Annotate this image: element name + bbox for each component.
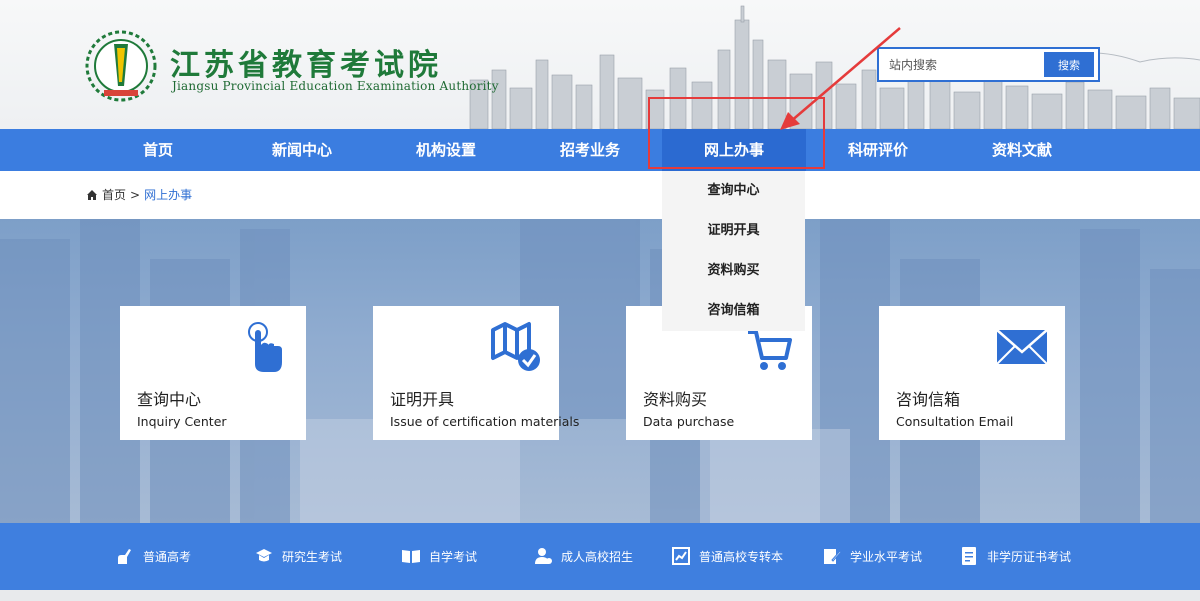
link-graduate-exam[interactable]: 研究生考试 [254, 546, 342, 566]
breadcrumb-separator: > [130, 187, 141, 202]
card-title: 证明开具 [390, 390, 455, 409]
site-header: 江苏省教育考试院 Jiangsu Provincial Education Ex… [0, 0, 1200, 129]
link-self-study-exam[interactable]: 自学考试 [401, 546, 477, 566]
footer-strip [0, 590, 1200, 601]
writing-hand-icon [118, 549, 131, 564]
nav-item-home[interactable]: 首页 [86, 129, 230, 171]
card-inquiry-center[interactable]: 查询中心 Inquiry Center [120, 306, 306, 440]
card-title: 咨询信箱 [896, 390, 961, 409]
link-label: 普通高考 [143, 549, 192, 564]
main-nav: 首页 新闻中心 机构设置 招考业务 网上办事 科研评价 资料文献 [0, 129, 1200, 171]
exam-categories-bar: 普通高考 研究生考试 自学考试 成人高校招生 普通高校专转本 学业水平考试 非学… [0, 523, 1200, 590]
search-button[interactable]: 搜索 [1044, 52, 1094, 77]
nav-item-admissions[interactable]: 招考业务 [518, 129, 662, 171]
hero-banner: 查询中心 Inquiry Center 证明开具 Issue of certif… [0, 219, 1200, 523]
card-subtitle: Consultation Email [896, 414, 1014, 429]
highlight-annotation-box [648, 97, 825, 169]
site-title-en: Jiangsu Provincial Education Examination… [172, 79, 499, 93]
nav-item-organization[interactable]: 机构设置 [374, 129, 518, 171]
card-issue-certification[interactable]: 证明开具 Issue of certification materials [373, 306, 579, 440]
breadcrumb-home[interactable]: 首页 [102, 186, 126, 203]
dropdown-item-consultation[interactable]: 咨询信箱 [662, 291, 805, 331]
touch-hand-icon [248, 322, 282, 372]
home-icon [87, 189, 97, 200]
link-label: 非学历证书考试 [987, 549, 1072, 564]
dropdown-item-certification[interactable]: 证明开具 [662, 211, 805, 251]
dropdown-item-inquiry-center[interactable]: 查询中心 [662, 171, 805, 211]
adult-person-icon [535, 548, 552, 564]
graduation-cap-icon [256, 549, 272, 562]
dropdown-item-data-purchase[interactable]: 资料购买 [662, 251, 805, 291]
link-label: 普通高校专转本 [699, 549, 784, 564]
link-label: 成人高校招生 [561, 549, 634, 564]
card-title: 资料购买 [643, 390, 708, 409]
link-label: 自学考试 [429, 549, 478, 564]
online-services-dropdown: 查询中心 证明开具 资料购买 咨询信箱 [662, 171, 805, 331]
search-input[interactable] [879, 49, 1044, 80]
link-academic-level-exam[interactable]: 学业水平考试 [822, 546, 922, 566]
nav-item-documents[interactable]: 资料文献 [950, 129, 1094, 171]
card-consultation-email[interactable]: 咨询信箱 Consultation Email [879, 306, 1065, 440]
authority-logo-emblem [85, 30, 157, 102]
nav-item-research[interactable]: 科研评价 [806, 129, 950, 171]
open-book-icon [402, 550, 420, 563]
link-label: 学业水平考试 [850, 549, 923, 564]
link-gaokao[interactable]: 普通高考 [115, 546, 191, 566]
envelope-icon [996, 329, 1048, 365]
nav-item-news[interactable]: 新闻中心 [230, 129, 374, 171]
map-check-icon [491, 322, 540, 371]
link-non-degree-certificate[interactable]: 非学历证书考试 [959, 546, 1071, 566]
site-title-cn: 江苏省教育考试院 [170, 48, 442, 83]
link-adult-admissions[interactable]: 成人高校招生 [533, 546, 633, 566]
breadcrumb-current[interactable]: 网上办事 [144, 186, 192, 203]
link-college-upgrade[interactable]: 普通高校专转本 [671, 546, 783, 566]
card-subtitle: Inquiry Center [137, 414, 227, 429]
pen-paper-icon [824, 549, 842, 564]
link-label: 研究生考试 [282, 549, 343, 564]
card-title: 查询中心 [137, 390, 202, 409]
chart-document-icon [672, 547, 690, 565]
search-box: 搜索 [877, 47, 1100, 82]
breadcrumb: 首页 > 网上办事 [86, 186, 192, 203]
certificate-icon [962, 547, 976, 565]
card-subtitle: Issue of certification materials [390, 414, 580, 429]
card-subtitle: Data purchase [643, 414, 735, 429]
